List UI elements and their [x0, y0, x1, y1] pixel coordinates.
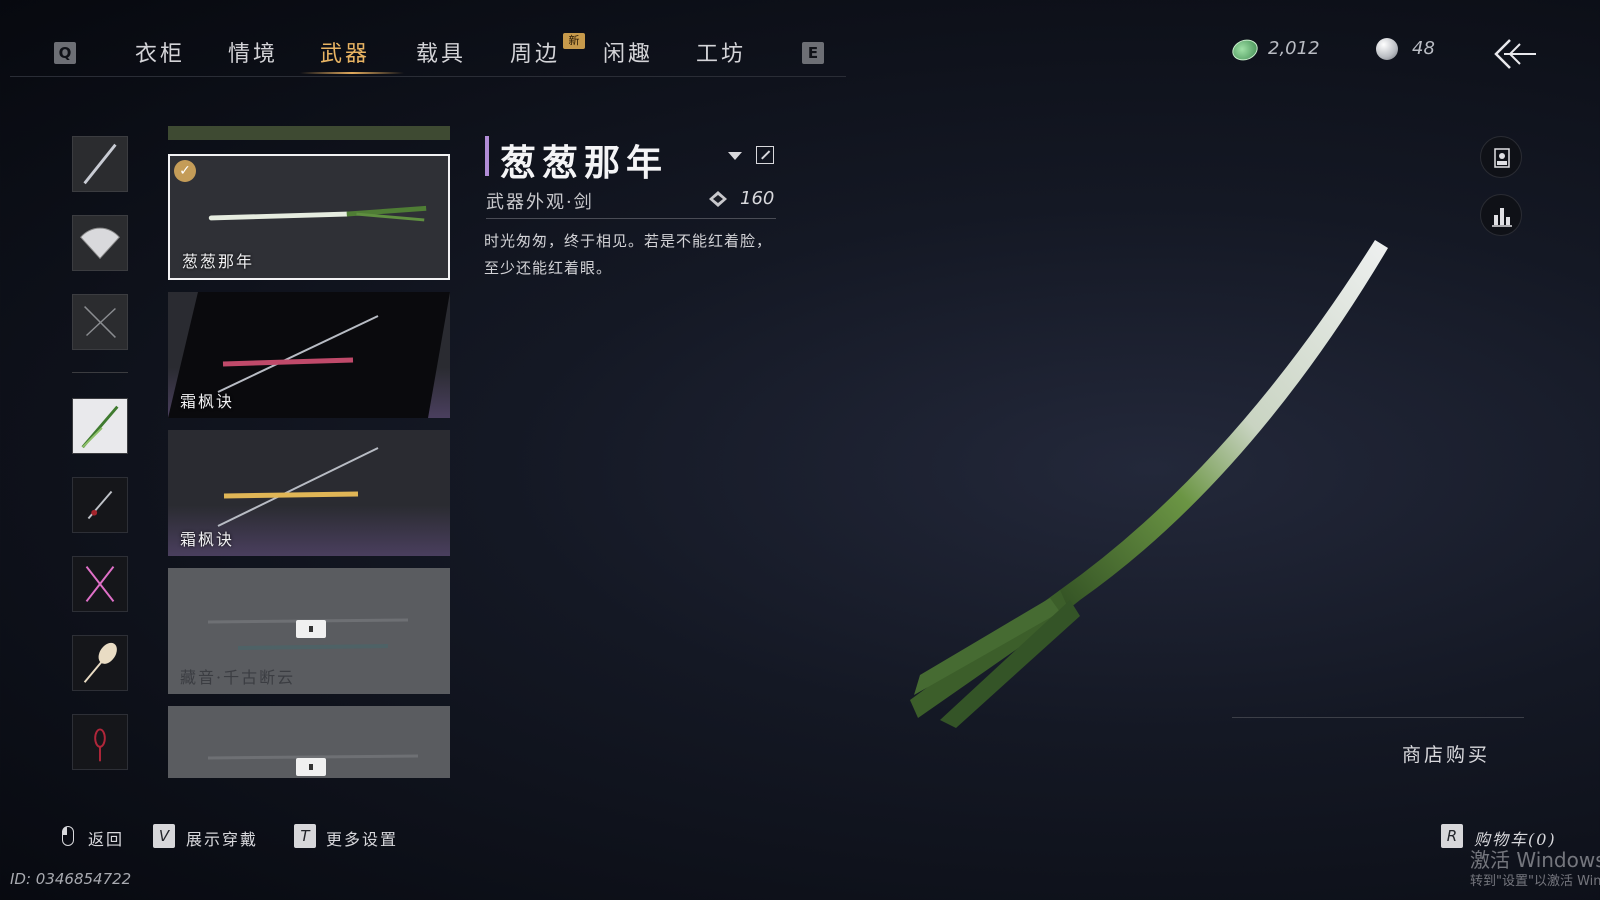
wardrobe-preview-button[interactable] [1480, 136, 1522, 178]
shop-divider [1232, 717, 1524, 718]
pearl-currency-icon [1376, 38, 1398, 60]
windows-activation-hint: 转到"设置"以激活 Windows [1470, 874, 1600, 889]
score-icon [709, 191, 727, 207]
item-card-label: 葱葱那年 [182, 252, 255, 271]
item-card-frost-maple-1[interactable]: 霜枫诀 [168, 292, 450, 418]
category-dagger[interactable] [72, 477, 128, 533]
user-id: ID: 0346854722 [10, 870, 132, 888]
portrait-icon [1494, 148, 1510, 168]
item-card-scallion[interactable]: ✓ 葱葱那年 [168, 154, 450, 280]
windows-activation-watermark: 激活 Windows [1470, 848, 1600, 872]
detail-divider [486, 218, 776, 219]
more-settings-hint[interactable]: 更多设置 [326, 826, 398, 850]
edit-icon[interactable] [756, 146, 774, 164]
active-tab-underline [300, 72, 404, 74]
jade-amount: 2,012 [1268, 38, 1320, 59]
category-crossed-blades[interactable] [72, 556, 128, 612]
show-wear-hint[interactable]: 展示穿戴 [186, 826, 258, 850]
category-divider [72, 372, 128, 373]
category-fan[interactable] [72, 215, 128, 271]
item-subtitle: 武器外观·剑 [486, 192, 594, 213]
tab-merch[interactable]: 周边 [510, 36, 560, 68]
item-card-label: 藏音·千古断云 [180, 668, 296, 687]
item-card-locked-2[interactable] [168, 706, 450, 778]
tab-scene[interactable]: 情境 [228, 36, 278, 68]
item-card-locked-1[interactable]: 藏音·千古断云 [168, 568, 450, 694]
mouse-left-click-icon [62, 826, 74, 846]
key-v-icon: V [153, 824, 175, 848]
item-card-label: 霜枫诀 [180, 392, 235, 411]
scallion-weapon-preview [910, 240, 1388, 728]
shop-buy-button[interactable]: 商店购买 [1402, 740, 1490, 767]
tab-workshop[interactable]: 工坊 [696, 36, 746, 68]
title-accent-bar [485, 136, 489, 176]
tab-leisure[interactable]: 闲趣 [603, 36, 653, 68]
item-card-frost-maple-2[interactable]: 霜枫诀 [168, 430, 450, 556]
stats-button[interactable] [1480, 194, 1522, 236]
item-card-partial[interactable] [168, 126, 450, 140]
category-sword[interactable] [72, 136, 128, 192]
equipped-check-icon: ✓ [174, 160, 196, 182]
bar-chart-icon [1492, 208, 1512, 227]
category-dual-blades[interactable] [72, 294, 128, 350]
chevron-down-icon[interactable] [728, 152, 742, 160]
pearl-amount: 48 [1412, 38, 1435, 59]
category-scallion-sword[interactable] [72, 398, 128, 454]
lock-icon [296, 758, 326, 776]
item-description: 时光匆匆，终于相见。若是不能红着脸，至少还能红着眼。 [484, 232, 773, 277]
category-tassel[interactable] [72, 714, 128, 770]
top-tab-bar: Q 衣柜 情境 武器 载具 周边 新 闲趣 工坊 E [10, 26, 846, 77]
item-title: 葱葱那年 [500, 142, 669, 184]
key-e-icon[interactable]: E [802, 42, 824, 64]
new-badge: 新 [563, 33, 585, 49]
tab-wardrobe[interactable]: 衣柜 [135, 36, 185, 68]
category-umbrella[interactable] [72, 635, 128, 691]
key-q-icon[interactable]: Q [54, 42, 76, 64]
back-arrow-icon[interactable] [1490, 36, 1542, 72]
tab-weapon[interactable]: 武器 [320, 36, 370, 68]
key-t-icon: T [294, 824, 316, 848]
key-r-icon: R [1441, 824, 1463, 848]
item-score: 160 [740, 188, 775, 209]
jade-currency-icon [1229, 36, 1261, 64]
item-card-label: 霜枫诀 [180, 530, 235, 549]
lock-icon [296, 620, 326, 638]
back-hint[interactable]: 返回 [88, 826, 124, 850]
tab-vehicle[interactable]: 载具 [416, 36, 466, 68]
